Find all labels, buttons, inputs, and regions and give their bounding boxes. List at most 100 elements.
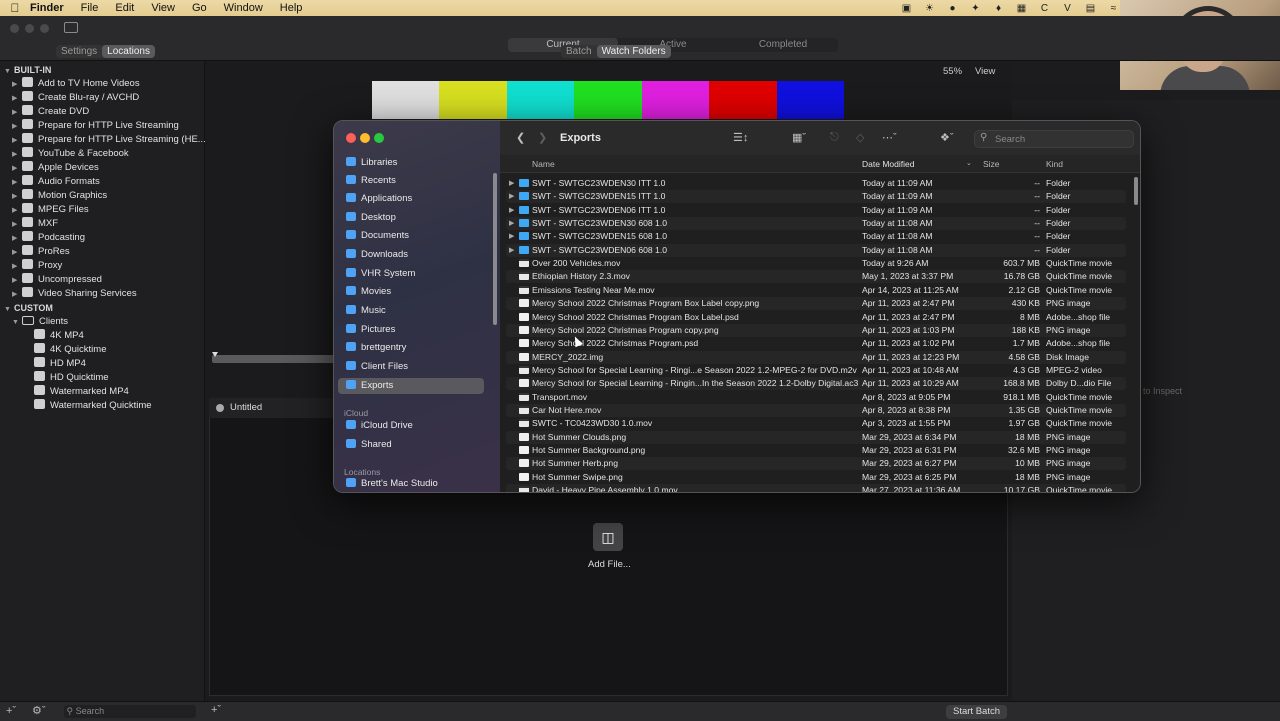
- forward-icon[interactable]: ❯: [538, 131, 547, 144]
- sidebar-item[interactable]: Desktop: [338, 210, 484, 226]
- disclosure-triangle-icon[interactable]: ▶: [509, 217, 514, 230]
- disclosure-triangle-icon[interactable]: ▶: [12, 162, 22, 176]
- disclosure-triangle-icon[interactable]: ▼: [12, 316, 22, 330]
- add-file-label[interactable]: Add File...: [588, 559, 631, 570]
- sidebar-item[interactable]: iCloud Drive: [338, 418, 484, 434]
- file-row[interactable]: Mercy School 2022 Christmas Program copy…: [506, 323, 1126, 337]
- file-row[interactable]: Mercy School 2022 Christmas Program Box …: [506, 297, 1126, 311]
- sidebar-item[interactable]: Libraries: [338, 155, 484, 171]
- tab-completed[interactable]: Completed: [728, 38, 838, 52]
- menu-help[interactable]: Help: [280, 2, 303, 14]
- disclosure-triangle-icon[interactable]: ▶: [509, 190, 514, 203]
- preset-item[interactable]: ▶ Create Blu-ray / AVCHD: [0, 91, 139, 105]
- finder-search-input[interactable]: [993, 132, 1127, 147]
- preset-item[interactable]: Watermarked Quicktime: [0, 399, 152, 413]
- building-icon[interactable]: ▦: [1015, 3, 1028, 14]
- more-actions-icon[interactable]: ⋯ˇ: [882, 131, 897, 144]
- creative-cloud-icon[interactable]: ●: [946, 3, 959, 14]
- app-c-icon[interactable]: C: [1038, 3, 1051, 14]
- sidebar-item[interactable]: Exports: [338, 378, 484, 394]
- file-row[interactable]: ▶ SWT - SWTGC23WDEN06 ITT 1.0 Today at 11:…: [506, 204, 1126, 217]
- preset-item[interactable]: ▶ Prepare for HTTP Live Streaming (HE...: [0, 133, 206, 147]
- sidebar-item[interactable]: Downloads: [338, 247, 484, 263]
- menu-file[interactable]: File: [81, 2, 99, 14]
- disclosure-triangle-icon[interactable]: ▶: [509, 230, 514, 243]
- disclosure-triangle-icon[interactable]: ▶: [12, 218, 22, 232]
- file-row[interactable]: Ethiopian History 2.3.mov May 1, 2023 at …: [506, 270, 1126, 284]
- disclosure-triangle-icon[interactable]: ▶: [509, 244, 514, 257]
- disclosure-triangle-icon[interactable]: ▶: [12, 246, 22, 260]
- sidebar-item[interactable]: Applications: [338, 191, 484, 207]
- sidebar-item[interactable]: Documents: [338, 228, 484, 244]
- file-row[interactable]: Mercy School 2022 Christmas Program Box …: [506, 311, 1126, 324]
- file-row[interactable]: Hot Summer Herb.png Mar 29, 2023 at 6:27 …: [506, 457, 1126, 471]
- column-name[interactable]: Name: [532, 159, 555, 169]
- section-header[interactable]: ▼ BUILT-IN: [0, 63, 51, 77]
- preset-item[interactable]: ▶ Apple Devices: [0, 161, 99, 175]
- menu-finder[interactable]: Finder: [30, 2, 64, 14]
- file-row[interactable]: Car Not Here.mov Apr 8, 2023 at 8:38 PM 1.…: [506, 403, 1126, 417]
- file-row[interactable]: Hot Summer Background.png Mar 29, 2023 at…: [506, 444, 1126, 457]
- share-icon[interactable]: ⎋: [830, 131, 839, 144]
- back-icon[interactable]: ❮: [516, 131, 525, 144]
- add-batch-icon[interactable]: +ˇ: [211, 704, 221, 716]
- disclosure-triangle-icon[interactable]: ▶: [12, 92, 22, 106]
- file-row[interactable]: Emissions Testing Near Me.mov Apr 14, 202…: [506, 284, 1126, 297]
- app-v2-icon[interactable]: V: [1061, 3, 1074, 14]
- file-row[interactable]: David - Heavy Pipe Assembly 1.0.mov Mar 2…: [506, 484, 1126, 492]
- preset-item[interactable]: HD MP4: [0, 357, 86, 371]
- preset-item[interactable]: ▶ Podcasting: [0, 231, 85, 245]
- file-row[interactable]: Hot Summer Clouds.png Mar 29, 2023 at 6:3…: [506, 430, 1126, 444]
- file-row[interactable]: SWTC - TC0423WD30 1.0.mov Apr 3, 2023 at …: [506, 417, 1126, 430]
- section-header[interactable]: ▼ CUSTOM: [0, 301, 53, 315]
- gear-icon[interactable]: ⚙ˇ: [32, 704, 46, 717]
- column-kind[interactable]: Kind: [1046, 159, 1063, 169]
- sidebar-item[interactable]: Recents: [338, 173, 484, 189]
- preset-search-field[interactable]: ⚲ Search: [64, 705, 196, 718]
- menu-edit[interactable]: Edit: [115, 2, 134, 14]
- timeline-scrubber[interactable]: [212, 355, 337, 363]
- add-preset-icon[interactable]: +ˇ: [6, 705, 16, 717]
- battery-icon[interactable]: ▤: [1084, 3, 1097, 14]
- close-icon[interactable]: [10, 24, 19, 33]
- disclosure-triangle-icon[interactable]: ▶: [12, 190, 22, 204]
- preset-item[interactable]: ▶ Audio Formats: [0, 175, 100, 189]
- file-row[interactable]: Over 200 Vehicles.mov Today at 9:26 AM 603…: [506, 257, 1126, 270]
- disclosure-triangle-icon[interactable]: ▶: [12, 134, 22, 148]
- zoom-level[interactable]: 55%: [943, 66, 962, 77]
- view-menu-button[interactable]: View: [975, 66, 995, 77]
- film-icon[interactable]: ◫: [593, 523, 623, 551]
- zoom-icon[interactable]: [40, 24, 49, 33]
- preset-item[interactable]: ▶ MXF: [0, 217, 58, 231]
- start-batch-button[interactable]: Start Batch: [946, 705, 1007, 719]
- tab-batch[interactable]: Batch: [561, 45, 597, 58]
- preset-item[interactable]: HD Quicktime: [0, 371, 109, 385]
- zoom-window-icon[interactable]: [374, 133, 384, 143]
- file-list-scrollbar[interactable]: [1134, 177, 1138, 205]
- menu-window[interactable]: Window: [224, 2, 263, 14]
- menu-go[interactable]: Go: [192, 2, 207, 14]
- sidebar-item[interactable]: Shared: [338, 437, 484, 453]
- preset-item[interactable]: ▶ Motion Graphics: [0, 189, 107, 203]
- preset-item[interactable]: 4K MP4: [0, 329, 84, 343]
- disclosure-triangle-icon[interactable]: ▶: [12, 120, 22, 134]
- minimize-icon[interactable]: [25, 24, 34, 33]
- file-row[interactable]: ▶ SWT - SWTGC23WDEN06 608 1.0 Today at 11:…: [506, 243, 1126, 257]
- preset-item[interactable]: ▶ ProRes: [0, 245, 70, 259]
- column-size[interactable]: Size: [983, 159, 1000, 169]
- preset-item[interactable]: ▶ Create DVD: [0, 105, 89, 119]
- preset-item[interactable]: ▶ Uncompressed: [0, 273, 102, 287]
- sidebar-item[interactable]: Music: [338, 303, 484, 319]
- minimize-window-icon[interactable]: [360, 133, 370, 143]
- tab-locations[interactable]: Locations: [102, 45, 155, 58]
- apple-menu-icon[interactable]: : [0, 1, 30, 15]
- disclosure-triangle-icon[interactable]: ▶: [12, 78, 22, 92]
- preset-item[interactable]: ▶ Prepare for HTTP Live Streaming: [0, 119, 179, 133]
- sidebar-item[interactable]: Client Files: [338, 359, 484, 375]
- disclosure-triangle-icon[interactable]: ▶: [509, 177, 514, 190]
- extension-icon[interactable]: ✦: [969, 3, 982, 14]
- sidebar-scrollbar[interactable]: [493, 173, 497, 325]
- disclosure-triangle-icon[interactable]: ▶: [12, 232, 22, 246]
- sidebar-item[interactable]: VHR System: [338, 266, 484, 282]
- file-row[interactable]: Transport.mov Apr 8, 2023 at 9:05 PM 918.1…: [506, 391, 1126, 404]
